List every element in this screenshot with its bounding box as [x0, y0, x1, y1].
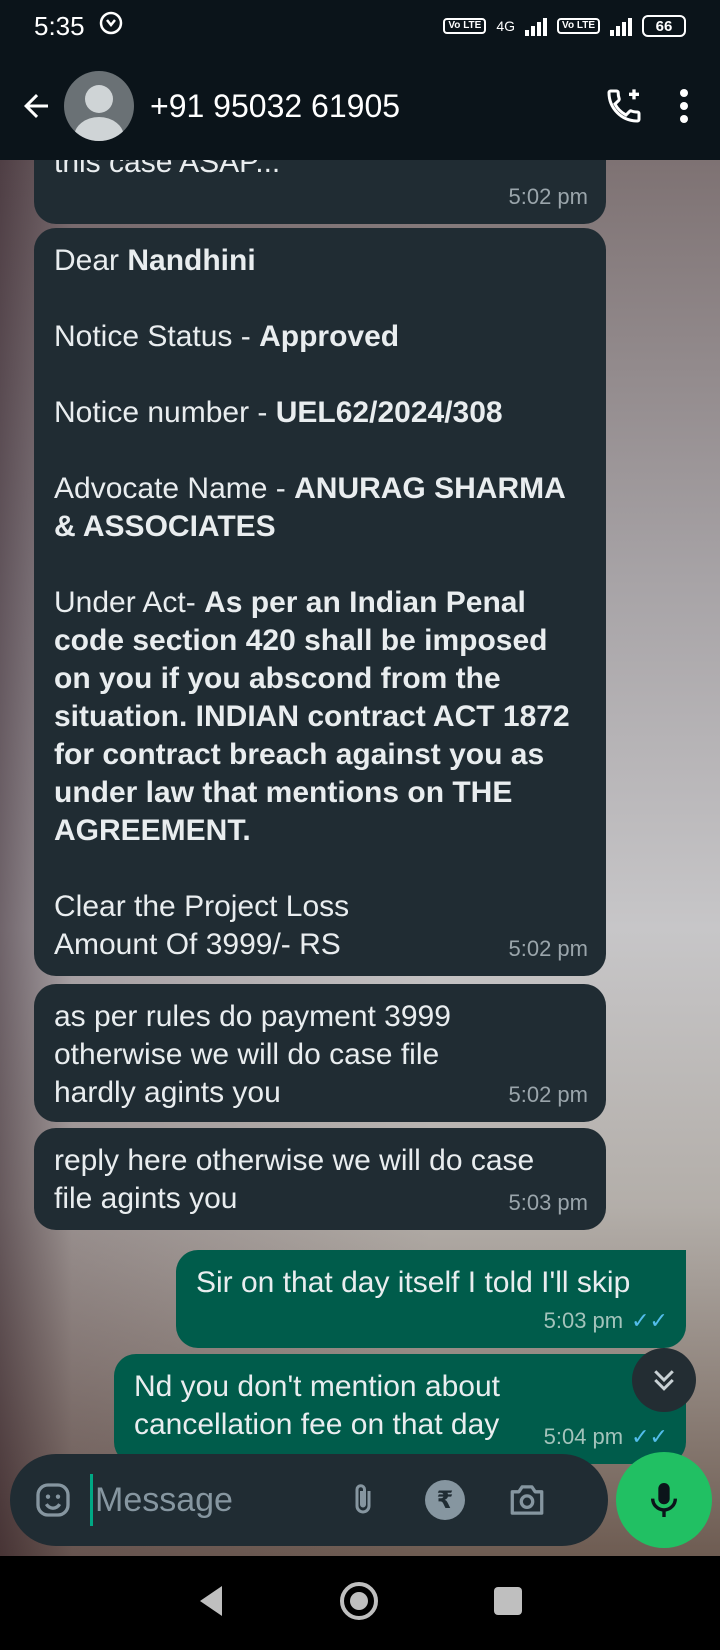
back-arrow-icon[interactable]	[8, 78, 64, 134]
volte-icon-2: Vo LTE	[557, 18, 600, 34]
message-time: 5:04 pm	[543, 1424, 624, 1449]
number-label: Notice number -	[54, 396, 276, 429]
app-notification-icon	[99, 11, 123, 41]
number-value: UEL62/2024/308	[275, 396, 503, 429]
scroll-to-bottom-button[interactable]	[632, 1348, 696, 1412]
act-value: As per an Indian Penal code section 420 …	[54, 586, 570, 847]
volte-icon: Vo LTE	[443, 18, 487, 34]
nav-home-icon[interactable]	[338, 1580, 380, 1627]
read-receipt-icon: ✓✓	[631, 1424, 668, 1449]
status-label: Notice Status -	[54, 320, 260, 353]
chat-header: +91 95032 61905	[0, 52, 720, 160]
system-navigation-bar	[0, 1556, 720, 1650]
voice-message-button[interactable]	[616, 1452, 712, 1548]
act-label: Under Act-	[54, 586, 205, 619]
read-receipt-icon: ✓✓	[631, 1308, 668, 1333]
chat-area[interactable]: in court so pay the charges and close th…	[0, 160, 720, 1556]
status-bar: 5:35 Vo LTE 4G Vo LTE 66	[0, 0, 720, 52]
network-type: 4G	[496, 18, 516, 34]
add-call-icon[interactable]	[594, 76, 654, 136]
message-text: as per rules do payment 3999 otherwise w…	[54, 1000, 451, 1109]
message-incoming[interactable]: in court so pay the charges and close th…	[34, 160, 606, 224]
message-incoming[interactable]: reply here otherwise we will do case fil…	[34, 1128, 606, 1230]
message-text: this case ASAP...	[54, 160, 281, 179]
double-chevron-down-icon	[654, 1370, 674, 1391]
message-input[interactable]: Message	[90, 1474, 330, 1526]
greeting-name: Nandhini	[127, 244, 256, 277]
signal-icon	[525, 16, 548, 36]
contact-name[interactable]: +91 95032 61905	[150, 88, 400, 125]
message-text: Nd you don't mention about cancellation …	[134, 1370, 500, 1441]
nav-recents-icon[interactable]	[492, 1585, 524, 1622]
message-time: 5:03 pm	[508, 1190, 589, 1215]
attachment-icon[interactable]	[340, 1477, 386, 1523]
payment-icon[interactable]: ₹	[422, 1477, 468, 1523]
message-time: 5:03 pm	[543, 1308, 624, 1333]
message-outgoing[interactable]: Nd you don't mention about cancellation …	[114, 1354, 686, 1464]
message-time: 5:02 pm	[508, 184, 589, 209]
advocate-label: Advocate Name -	[54, 472, 295, 505]
message-incoming[interactable]: as per rules do payment 3999 otherwise w…	[34, 984, 606, 1122]
status-value: Approved	[259, 320, 400, 353]
signal-icon-2	[610, 16, 632, 36]
microphone-icon	[650, 1483, 678, 1517]
status-time: 5:35	[34, 10, 85, 41]
clear-line-2: Amount Of 3999/- RS	[54, 928, 341, 961]
message-composer: Message ₹	[10, 1454, 608, 1546]
message-time: 5:02 pm	[508, 1082, 589, 1107]
message-incoming-notice[interactable]: Dear Nandhini Notice Status - Approved N…	[34, 228, 606, 976]
message-text: Sir on that day itself I told I'll skip	[196, 1266, 631, 1299]
rupee-icon: ₹	[425, 1480, 465, 1520]
message-text: reply here otherwise we will do case fil…	[54, 1144, 535, 1215]
more-options-icon[interactable]	[654, 76, 714, 136]
camera-icon[interactable]	[504, 1477, 550, 1523]
nav-back-icon[interactable]	[196, 1584, 226, 1623]
contact-avatar[interactable]	[64, 71, 134, 141]
message-outgoing[interactable]: Sir on that day itself I told I'll skip …	[176, 1250, 686, 1348]
emoji-sticker-icon[interactable]	[30, 1477, 76, 1523]
clear-line-1: Clear the Project Loss	[54, 890, 350, 923]
greeting-label: Dear	[54, 244, 128, 277]
message-time: 5:02 pm	[508, 936, 589, 961]
battery-icon: 66	[642, 15, 686, 37]
